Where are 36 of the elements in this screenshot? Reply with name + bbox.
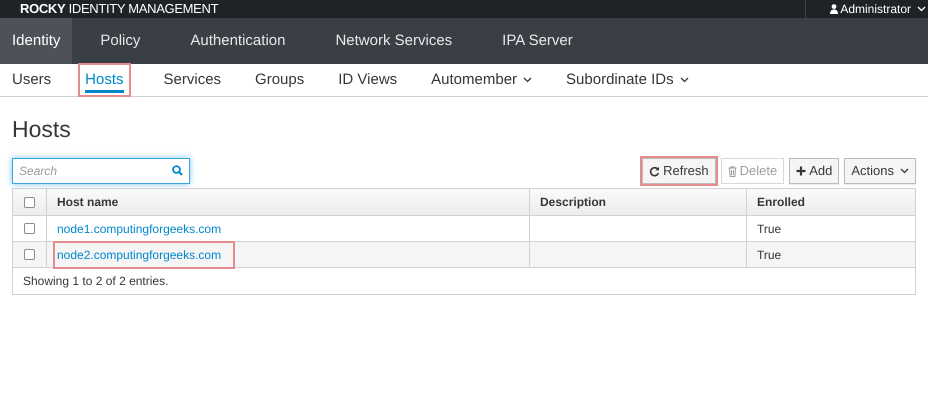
main-tab[interactable]: Network Services <box>323 18 464 64</box>
sub-tab[interactable]: Automember <box>431 64 532 96</box>
search-field[interactable]: Search <box>12 158 190 184</box>
toolbar-button[interactable]: Actions <box>844 158 916 184</box>
table-footer-text: Showing 1 to 2 of 2 entries. <box>23 273 168 290</box>
column-header[interactable]: Enrolled <box>757 193 806 211</box>
column-header[interactable]: Host name <box>57 193 118 211</box>
brand-title: ROCKY IDENTITY MANAGEMENT <box>20 0 218 18</box>
sub-tab[interactable]: Users <box>12 64 52 96</box>
sub-tab[interactable]: Groups <box>255 64 304 96</box>
checkbox[interactable] <box>24 223 35 234</box>
table-cell-text: True <box>757 246 782 264</box>
caret-icon <box>900 168 909 174</box>
toolbar-button[interactable]: Add <box>789 158 840 184</box>
search-icon <box>172 165 183 176</box>
plus-icon <box>796 166 806 176</box>
checkbox[interactable] <box>24 196 35 208</box>
column-header[interactable]: Description <box>540 193 606 211</box>
page-title: Hosts <box>12 118 72 141</box>
sub-tab[interactable]: Hosts <box>79 64 130 96</box>
user-icon <box>830 4 838 14</box>
main-tab[interactable]: Authentication <box>178 18 298 64</box>
trash-icon <box>728 166 737 176</box>
checkbox[interactable] <box>24 249 35 260</box>
sub-tab[interactable]: ID Views <box>338 64 398 96</box>
sub-tab[interactable]: Subordinate IDs <box>566 64 689 96</box>
table-cell-text: True <box>757 220 782 238</box>
caret-icon <box>917 6 926 12</box>
main-tab[interactable]: IPA Server <box>490 18 585 64</box>
sub-tab[interactable]: Services <box>164 64 222 96</box>
host-link[interactable]: node1.computingforgeeks.com <box>55 216 224 240</box>
refresh-icon <box>649 166 660 176</box>
host-link[interactable]: node2.computingforgeeks.com <box>55 242 234 266</box>
main-tab[interactable]: Identity <box>0 18 72 64</box>
main-tab[interactable]: Policy <box>88 18 152 64</box>
toolbar-button[interactable]: Refresh <box>642 158 716 184</box>
